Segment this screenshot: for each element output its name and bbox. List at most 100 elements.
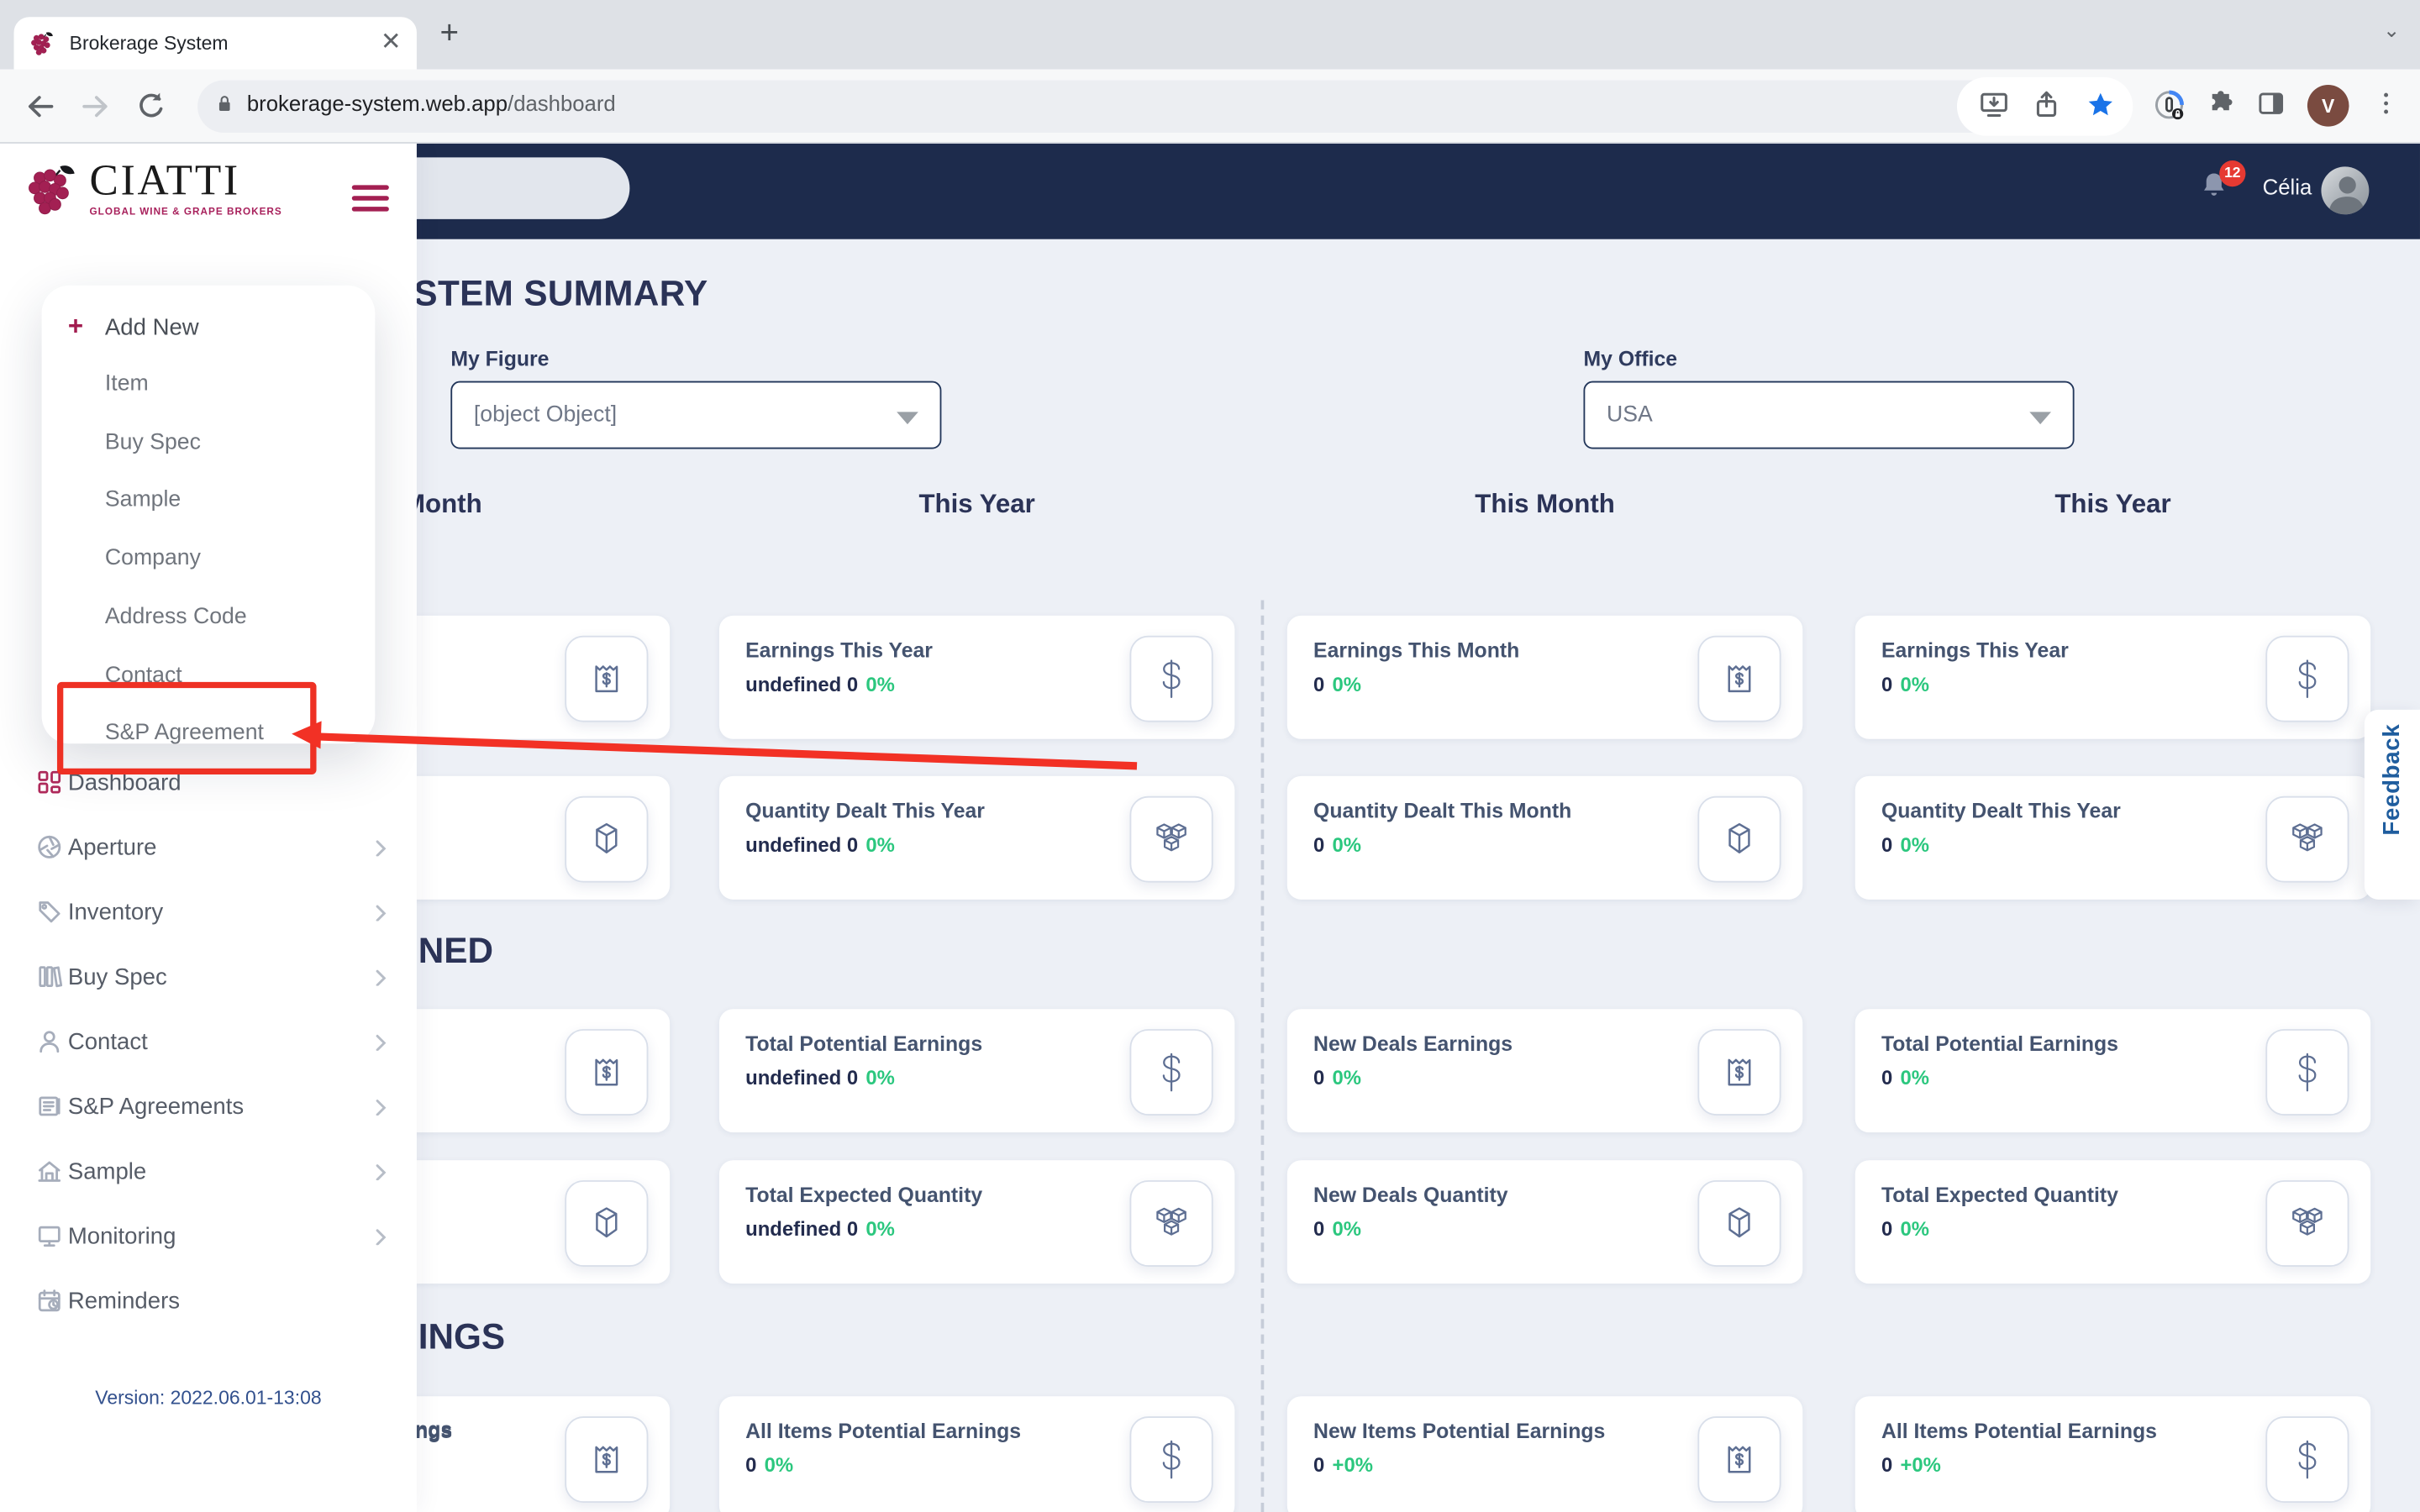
stat-percent: 0% (865, 1217, 895, 1241)
extensions-puzzle-icon[interactable] (2206, 88, 2243, 125)
browser-tab[interactable]: Brokerage System ✕ (13, 17, 417, 70)
forward-button[interactable] (77, 88, 114, 125)
tab-close-icon[interactable]: ✕ (381, 30, 402, 55)
dollar-icon (1129, 635, 1213, 722)
dollar-icon (2265, 1416, 2349, 1503)
share-icon[interactable] (2029, 88, 2066, 125)
stat-card: Earnings This Month 0 0% (1286, 615, 1803, 739)
stat-percent: 0% (1332, 1066, 1362, 1089)
cube-icon (1697, 1180, 1781, 1267)
menu-item-buy-spec[interactable]: Buy Spec (42, 421, 376, 467)
annotation-arrow-head (291, 720, 322, 749)
monitoring-icon (35, 1222, 63, 1250)
sidebar-item-s-p-agreements[interactable]: S&P Agreements (0, 1088, 417, 1140)
stat-value: 0 (1313, 832, 1325, 857)
stat-percent: 0% (1900, 672, 1929, 696)
chevron-right-icon (373, 1226, 388, 1246)
stat-card-title: All Items Potential Earnings (745, 1419, 1022, 1443)
user-avatar[interactable] (2321, 166, 2370, 215)
stat-card-title: New Deals Quantity (1313, 1183, 1508, 1207)
password-manager-extension-icon[interactable] (2151, 88, 2188, 125)
user-name[interactable]: Célia (2263, 175, 2312, 199)
cubes-icon (2265, 1180, 2349, 1267)
stat-value: 0 (1313, 1066, 1325, 1089)
bookmark-star-icon[interactable] (2084, 88, 2121, 125)
contact-icon (35, 1027, 63, 1055)
browser-tab-strip: Brokerage System ✕ + ⌄ (0, 0, 2420, 70)
site-favicon-grapes-icon (29, 29, 55, 58)
chevron-right-icon (373, 1162, 388, 1181)
browser-profile-avatar[interactable]: V (2307, 85, 2349, 127)
stat-percent: 0% (1900, 1217, 1929, 1241)
my-office-label: My Office (1583, 347, 1678, 370)
sidebar-item-label: Contact (67, 1029, 148, 1056)
stat-card-value: 0 0% (1313, 833, 1361, 857)
sidebar-item-aperture[interactable]: Aperture (0, 828, 417, 880)
stat-card-value: undefined 0 0% (745, 673, 895, 696)
stat-percent: 0% (865, 1066, 895, 1089)
dollar-icon (1129, 1029, 1213, 1116)
my-office-select[interactable]: USA (1583, 381, 2075, 449)
receipt-icon (1697, 635, 1781, 722)
sidebar-item-contact[interactable]: Contact (0, 1023, 417, 1075)
stat-value: 0 (1881, 1217, 1893, 1241)
chevron-right-icon (373, 1097, 388, 1116)
menu-item-item[interactable]: Item (42, 363, 376, 409)
url-path: /dashboard (508, 91, 616, 116)
menu-item-sample[interactable]: Sample (42, 479, 376, 525)
add-new-menu-header[interactable]: + Add New (42, 306, 376, 352)
stat-card-title: All Items Potential Earnings (1881, 1419, 2157, 1443)
stat-card-value: undefined 0 0% (745, 1217, 895, 1241)
chevron-right-icon (373, 968, 388, 986)
stat-value: undefined 0 (745, 1066, 859, 1089)
chevron-down-icon (897, 412, 918, 425)
sidebar-item-reminders[interactable]: Reminders (0, 1282, 417, 1334)
feedback-tab[interactable]: Feedback (2364, 709, 2420, 900)
occluded-card-title-fragment: ngs (415, 1417, 453, 1441)
reload-button[interactable] (133, 88, 170, 125)
menu-item-address-code[interactable]: Address Code (42, 596, 376, 642)
menu-item-label: Buy Spec (104, 429, 201, 455)
my-figure-select[interactable]: [object Object] (450, 381, 942, 449)
stat-value: undefined 0 (745, 672, 859, 696)
stat-card-value: undefined 0 0% (745, 1066, 895, 1089)
brand-tagline: GLOBAL WINE & GRAPE BROKERS (89, 207, 282, 218)
sidebar-item-sample[interactable]: Sample (0, 1152, 417, 1205)
receipt-icon (565, 1029, 649, 1116)
sidebar-item-label: Reminders (67, 1288, 181, 1315)
side-panel-icon[interactable] (2254, 88, 2291, 125)
stat-card-title: Total Expected Quantity (1881, 1183, 2118, 1207)
stat-card-value: undefined 0 0% (745, 833, 895, 857)
add-new-dropdown: + Add New Item Buy Spec Sample Company Address… (41, 285, 376, 745)
stat-value: 0 (1881, 832, 1893, 857)
stat-card-value: 0 0% (1313, 1217, 1361, 1241)
back-button[interactable] (22, 88, 59, 125)
stat-value: 0 (1881, 1453, 1893, 1477)
browser-menu-dots-icon[interactable] (2370, 88, 2407, 125)
stat-card-value: 0 0% (1881, 673, 1929, 696)
sidebar-item-monitoring[interactable]: Monitoring (0, 1217, 417, 1269)
inventory-icon (35, 898, 63, 926)
install-app-icon[interactable] (1977, 88, 2014, 125)
stat-card-title: Quantity Dealt This Year (1881, 799, 2121, 822)
section-heading: NED (418, 930, 493, 971)
lock-icon (213, 92, 250, 129)
stat-card-value: 0 0% (1881, 1066, 1929, 1089)
tab-overflow-chevron-icon[interactable]: ⌄ (2383, 18, 2400, 43)
menu-item-company[interactable]: Company (42, 537, 376, 583)
new-tab-button[interactable]: + (439, 15, 459, 52)
stat-value: 0 (1313, 1453, 1325, 1477)
sidebar-item-label: Monitoring (67, 1223, 176, 1250)
stat-card-title: New Items Potential Earnings (1313, 1419, 1606, 1443)
sidebar-item-inventory[interactable]: Inventory (0, 893, 417, 945)
chevron-right-icon (373, 902, 388, 921)
search-input[interactable] (379, 157, 630, 219)
aperture-icon (35, 833, 63, 861)
annotation-rectangle (56, 681, 317, 775)
stat-card-title: New Deals Earnings (1313, 1032, 1513, 1056)
sidebar-item-buy-spec[interactable]: Buy Spec (0, 958, 417, 1011)
brand-name: CIATTI (89, 157, 240, 206)
cubes-icon (1129, 1180, 1213, 1267)
hamburger-menu-icon[interactable] (351, 185, 389, 218)
browser-toolbar: brokerage-system.web.app/dashboard V (0, 69, 2420, 144)
